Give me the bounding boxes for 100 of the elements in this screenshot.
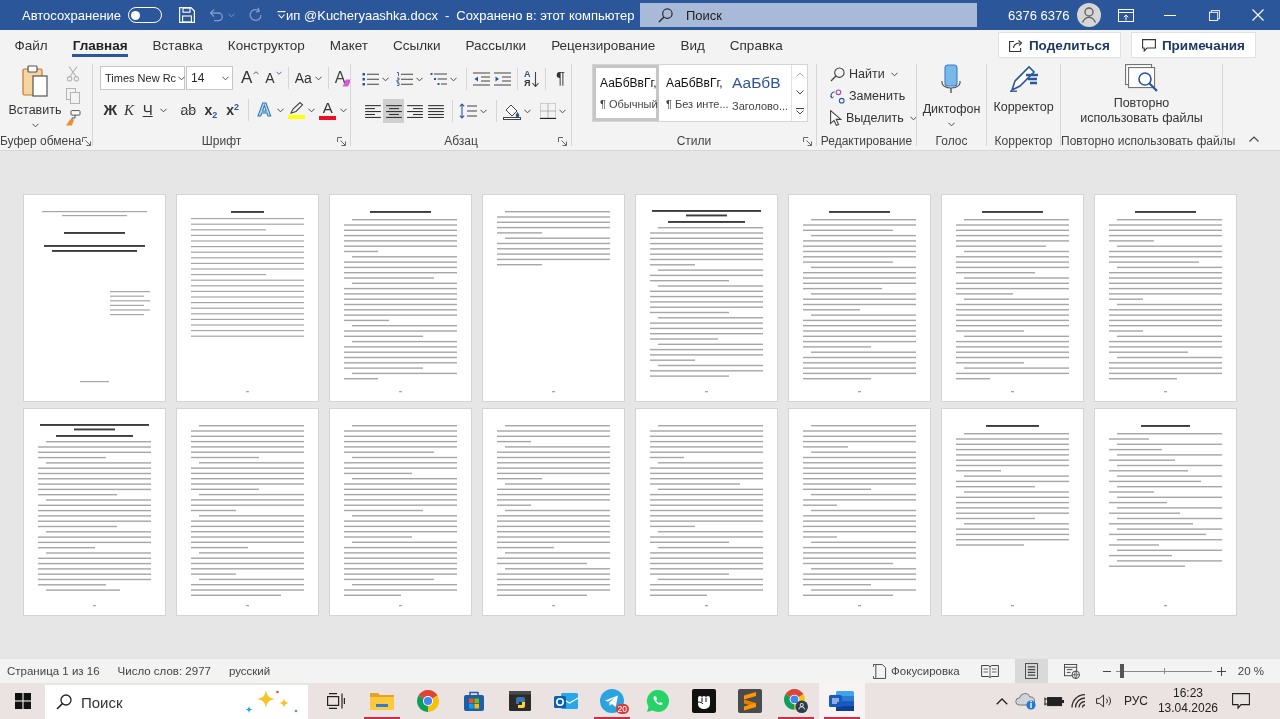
replace-button[interactable]: Заменить [830, 86, 916, 106]
collapse-ribbon-icon[interactable] [1249, 136, 1259, 142]
chevron-down-icon[interactable] [795, 89, 804, 95]
taskbar-app-button[interactable] [819, 683, 865, 719]
reuse-files-button[interactable]: Повторно использовать файлы [1079, 64, 1204, 132]
caret-down-icon[interactable] [178, 75, 186, 81]
caret-down-icon[interactable] [559, 108, 566, 114]
dialog-launcher-icon[interactable] [803, 136, 812, 146]
language-indicator[interactable]: русский [228, 665, 271, 677]
find-button[interactable]: Найти [830, 64, 916, 84]
ribbon-tab[interactable]: Вставка [140, 30, 216, 60]
caret-down-icon[interactable] [340, 107, 348, 113]
font-color-button[interactable]: A [318, 98, 338, 122]
caret-down-icon[interactable] [31, 123, 39, 128]
battery-icon[interactable] [1043, 694, 1064, 708]
change-case-button[interactable]: Aa [294, 66, 322, 90]
taskbar-app-button[interactable]: 20 [589, 683, 635, 719]
dialog-launcher-icon[interactable] [81, 136, 91, 146]
folder-icon [370, 691, 394, 711]
select-button[interactable]: Выделить [830, 108, 916, 128]
restore-icon[interactable] [1208, 9, 1220, 21]
caret-down-icon[interactable] [948, 122, 955, 127]
save-status: Сохранено в: этот компьютер [456, 7, 635, 23]
increase-indent-icon[interactable] [494, 72, 511, 86]
comments-button[interactable]: Примечания [1130, 32, 1256, 58]
page-count[interactable]: Страница 1 из 16 [7, 665, 100, 677]
line-spacing-icon[interactable] [459, 103, 477, 119]
group-label: Повторно использовать файлы [1061, 134, 1236, 148]
dialog-launcher-icon[interactable] [558, 136, 567, 146]
caret-down-icon[interactable] [480, 108, 487, 114]
ribbon-tab[interactable]: Главная [60, 30, 141, 60]
ribbon-tab[interactable]: Макет [317, 30, 381, 60]
ribbon-tab[interactable]: Рецензирование [538, 30, 668, 60]
sort-button[interactable]: А Я [524, 67, 539, 91]
save-icon[interactable] [179, 7, 196, 23]
ribbon-tab[interactable]: Справка [717, 30, 796, 60]
paste-button[interactable]: Вставить [7, 63, 63, 132]
highlighter-icon [288, 101, 304, 114]
ribbon-tab[interactable]: Файл [2, 30, 61, 60]
ribbon-tab[interactable]: Ссылки [380, 30, 454, 60]
zoom-in-icon[interactable] [1216, 666, 1226, 676]
search-field[interactable]: Поиск [640, 3, 977, 27]
caret-down-icon[interactable] [416, 76, 423, 82]
clock-time[interactable]: 16:23 [1172, 686, 1203, 701]
ribbon-display-icon[interactable] [1118, 8, 1135, 22]
ribbon-tab[interactable]: Рассылки [453, 30, 539, 60]
bullet-list-icon[interactable] [362, 72, 379, 86]
print-layout-button[interactable] [1014, 659, 1048, 683]
unread-count: 20 [615, 704, 629, 714]
numbered-list-icon[interactable] [396, 72, 413, 86]
editor-button[interactable]: Корректор [993, 64, 1054, 132]
shrink-font-button[interactable]: A [265, 66, 282, 90]
caret-down-icon[interactable] [308, 107, 316, 113]
dictate-button[interactable]: Диктофон [922, 64, 981, 132]
caret-down-icon[interactable] [524, 108, 531, 114]
borders-icon[interactable] [540, 103, 556, 119]
ribbon-tab[interactable]: Конструктор [215, 30, 318, 60]
word-count[interactable]: Число слов: 2977 [117, 665, 211, 677]
chevron-up-icon[interactable] [995, 697, 1008, 705]
style-tile[interactable]: АаБбВвГг, ¶ Обычный [593, 65, 659, 121]
caret-down-icon[interactable] [382, 76, 389, 82]
close-icon[interactable] [1252, 9, 1265, 21]
align-center-button[interactable] [383, 99, 404, 123]
share-button[interactable]: Поделиться [997, 32, 1121, 58]
ribbon-tab[interactable]: Вид [667, 30, 718, 60]
italic-button[interactable]: К [119, 98, 139, 122]
avatar-icon[interactable] [1077, 3, 1102, 27]
group-label: Голос [935, 134, 968, 148]
format-painter-icon[interactable] [65, 110, 81, 126]
subscript-button[interactable]: x$_{2}$ [201, 98, 221, 122]
search-icon [56, 694, 72, 710]
notification-icon[interactable] [1232, 693, 1250, 709]
cloud-icon[interactable] [1014, 692, 1037, 710]
caret-down-icon[interactable] [450, 76, 457, 82]
clock-date[interactable]: 13.04.2026 [1157, 701, 1218, 716]
zoom-level[interactable]: 20 % [1237, 665, 1264, 677]
speaker-icon[interactable] [1095, 694, 1113, 708]
bold-button[interactable]: Ж [101, 98, 120, 122]
more-icon[interactable] [795, 107, 804, 115]
decrease-indent-icon[interactable] [473, 72, 490, 86]
focus-button[interactable]: Фокусировка [873, 659, 960, 683]
caret-down-icon[interactable] [160, 107, 168, 113]
style-tile[interactable]: АаБбВ Заголово... [725, 65, 791, 121]
minimize-icon[interactable] [1164, 14, 1177, 16]
grow-font-button[interactable]: A [241, 66, 260, 90]
caret-down-icon[interactable] [276, 107, 284, 113]
superscript-button[interactable]: x$^{2}$ [223, 98, 242, 122]
input-language[interactable]: РУС [1123, 694, 1148, 708]
font-name-field[interactable]: Times New Rc [100, 66, 185, 90]
font-size-field[interactable]: 14 [186, 66, 233, 90]
show-formatting-button[interactable]: ¶ [551, 67, 570, 91]
align-right-icon [406, 104, 423, 118]
caret-down-icon[interactable] [222, 75, 229, 81]
underline-button[interactable]: Ч [138, 98, 158, 122]
customize-toolbar-icon[interactable] [277, 11, 287, 19]
dialog-launcher-icon[interactable] [337, 136, 346, 146]
paint-bucket-icon[interactable] [503, 102, 521, 120]
multilevel-list-icon[interactable] [430, 72, 447, 86]
slider-thumb[interactable] [1119, 664, 1124, 678]
taskbar-search-field[interactable]: Поиск [45, 685, 308, 719]
